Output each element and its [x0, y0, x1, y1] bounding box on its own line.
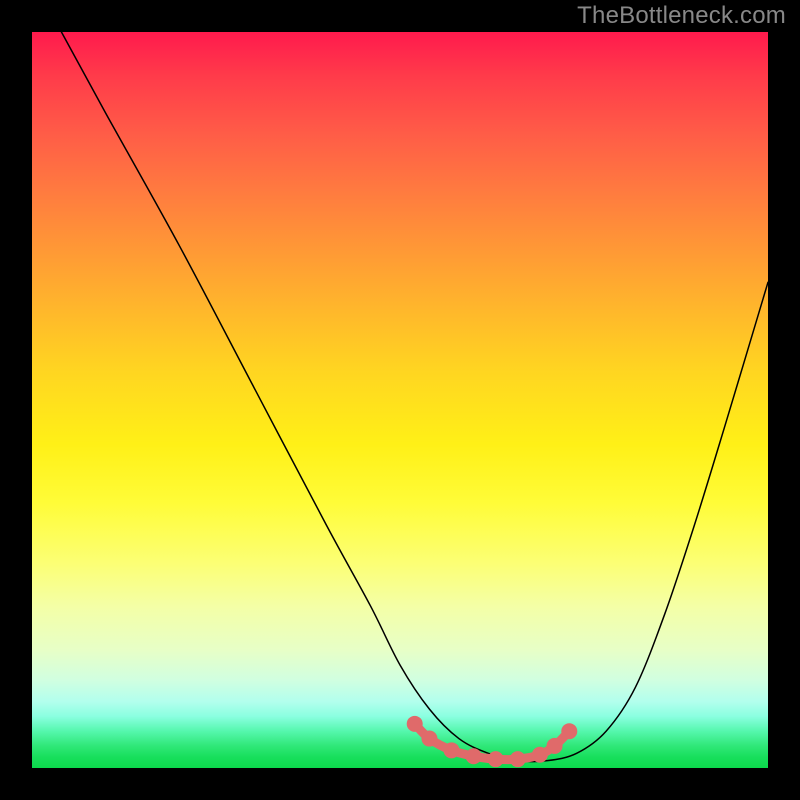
series-optimal-band-point: [407, 716, 423, 732]
series-optimal-band-point: [532, 747, 548, 763]
series-optimal-band-point: [547, 738, 563, 754]
series-optimal-band-point: [466, 748, 482, 764]
series-optimal-band-point: [510, 751, 526, 767]
series-optimal-band-point: [561, 723, 577, 739]
chart-frame: TheBottleneck.com: [0, 0, 800, 800]
series-optimal-band-point: [421, 731, 437, 747]
series-optimal-band-point: [488, 751, 504, 767]
watermark-text: TheBottleneck.com: [577, 2, 786, 30]
plot-area: [32, 32, 768, 768]
chart-svg: [32, 32, 768, 768]
series-curve: [61, 32, 768, 762]
series-optimal-band-point: [444, 742, 460, 758]
